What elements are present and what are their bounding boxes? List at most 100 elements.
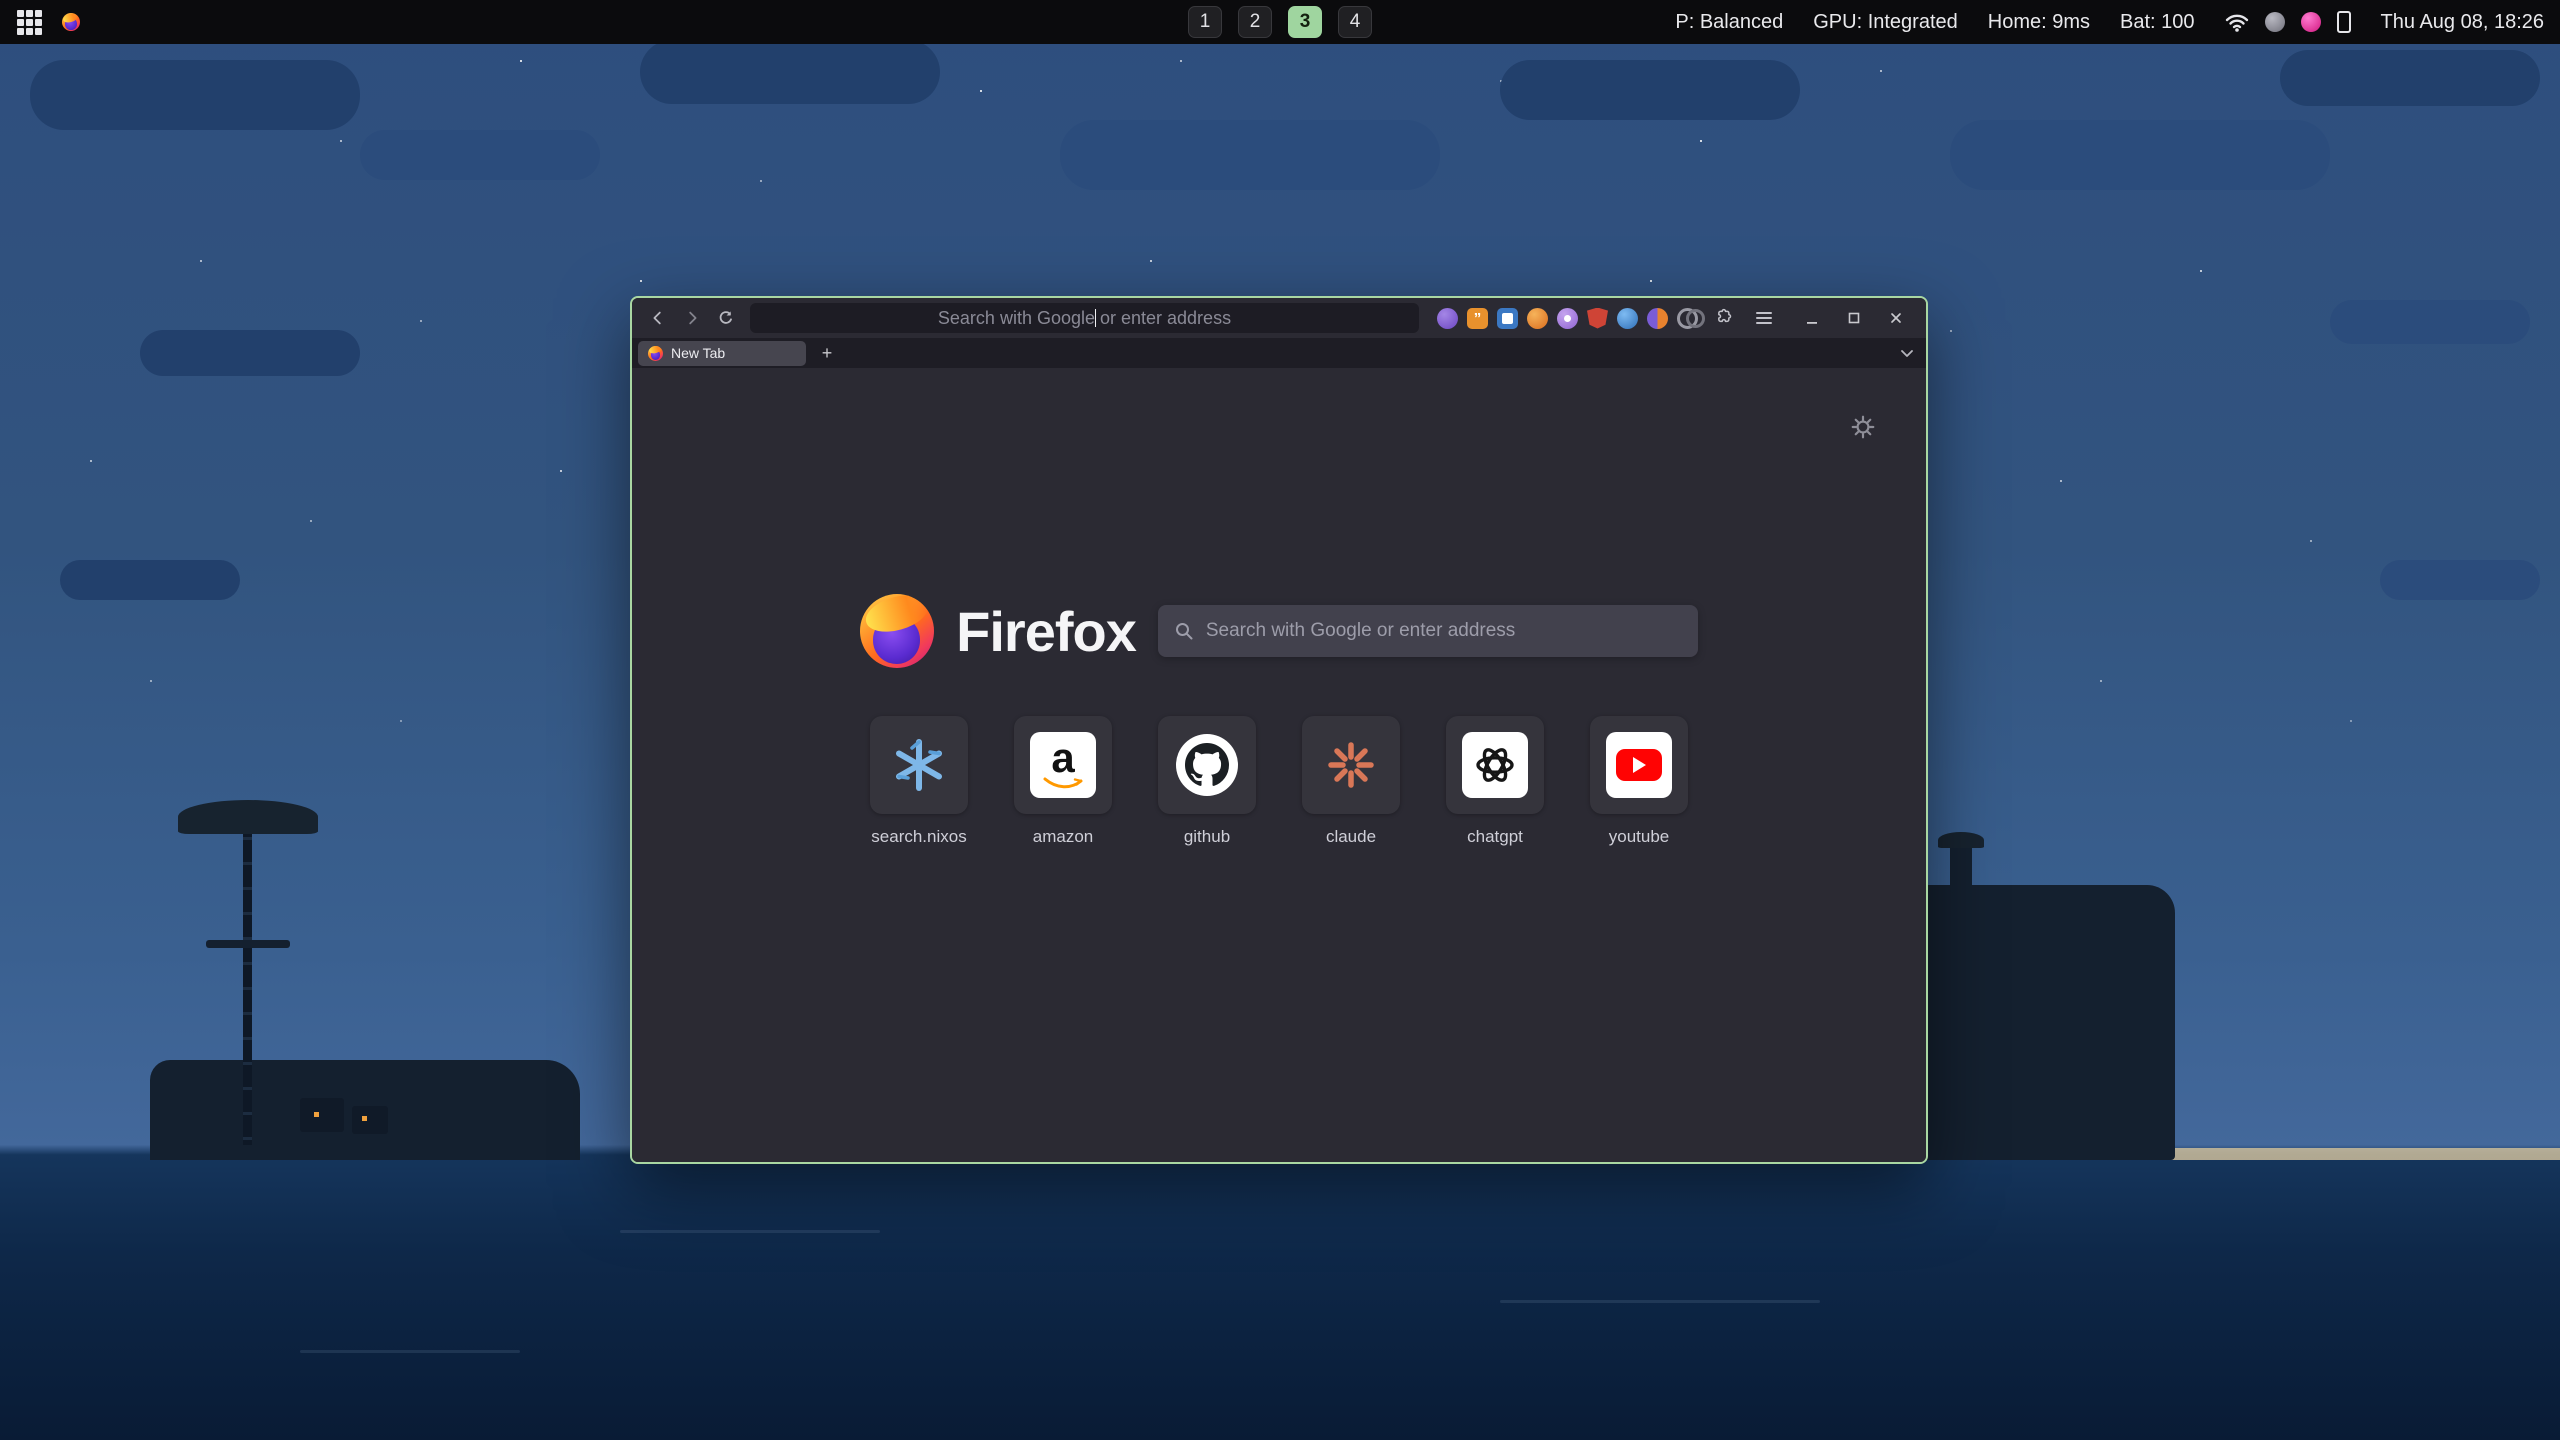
hamburger-icon	[1755, 311, 1773, 325]
tab-favicon-firefox	[648, 346, 663, 361]
reload-button[interactable]	[710, 303, 742, 333]
personalize-button[interactable]	[1850, 414, 1876, 445]
sea-glint	[1500, 1300, 1820, 1303]
new-tab-button[interactable]: +	[814, 341, 840, 366]
extension-icon-3[interactable]	[1497, 308, 1518, 329]
back-icon	[649, 309, 667, 327]
island-rock	[1910, 885, 2175, 1160]
close-icon	[1889, 311, 1903, 325]
extension-icon-5[interactable]	[1557, 308, 1578, 329]
shortcut-tile	[1302, 716, 1400, 814]
cloud	[1500, 60, 1800, 120]
puzzle-icon	[1713, 308, 1733, 328]
tower-platform	[206, 940, 290, 948]
workspace-3-active[interactable]: 3	[1288, 6, 1322, 38]
gpu-status: GPU: Integrated	[1813, 11, 1958, 34]
amazon-icon: a	[1030, 732, 1096, 798]
forward-button[interactable]	[676, 303, 708, 333]
close-button[interactable]	[1880, 303, 1912, 333]
extension-icon-6[interactable]	[1587, 308, 1608, 329]
hut	[300, 1098, 344, 1132]
reload-icon	[717, 309, 735, 327]
power-profile-status: P: Balanced	[1675, 11, 1783, 34]
sea-glint	[620, 1230, 880, 1233]
shortcut-amazon[interactable]: a amazon	[991, 716, 1135, 847]
shortcut-search-nixos[interactable]: search.nixos	[847, 716, 991, 847]
workspace-2[interactable]: 2	[1238, 6, 1272, 38]
firefox-window: Search with Google or enter address	[630, 296, 1928, 1164]
cloud	[60, 560, 240, 600]
browser-toolbar: Search with Google or enter address	[632, 298, 1926, 338]
list-all-tabs-button[interactable]	[1894, 341, 1920, 366]
cloud	[30, 60, 360, 130]
workspace-switcher: 1 2 3 4	[1188, 6, 1372, 38]
cloud	[1060, 120, 1440, 190]
search-icon	[1174, 621, 1194, 641]
clock: Thu Aug 08, 18:26	[2381, 11, 2544, 34]
topbar-left	[0, 7, 80, 37]
github-octocat-icon	[1185, 743, 1229, 787]
unified-extensions-button[interactable]	[1707, 303, 1739, 333]
youtube-play-badge	[1616, 749, 1662, 781]
cloud	[2280, 50, 2540, 106]
amazon-smile-icon	[1042, 777, 1084, 791]
youtube-icon	[1606, 732, 1672, 798]
workspace-1[interactable]: 1	[1188, 6, 1222, 38]
shortcut-tile	[1446, 716, 1544, 814]
maximize-button[interactable]	[1838, 303, 1870, 333]
extension-icon-7[interactable]	[1617, 308, 1638, 329]
island-tower-roof	[1938, 832, 1984, 848]
forward-icon	[683, 309, 701, 327]
claude-starburst-icon	[1325, 739, 1377, 791]
newtab-page: Firefox	[632, 368, 1926, 1162]
tower-pole	[243, 815, 252, 1145]
firefox-logo	[860, 594, 934, 668]
minimize-button[interactable]	[1796, 303, 1828, 333]
maximize-icon	[1847, 311, 1861, 325]
newtab-search[interactable]	[1158, 605, 1698, 657]
extension-icon-2[interactable]	[1467, 308, 1488, 329]
chevron-down-icon	[1900, 348, 1914, 358]
battery-status: Bat: 100	[2120, 11, 2195, 34]
device-icon[interactable]	[2337, 11, 2351, 33]
shortcut-label: search.nixos	[871, 827, 966, 847]
tab-new-tab[interactable]: New Tab	[638, 341, 806, 366]
workspace-4[interactable]: 4	[1338, 6, 1372, 38]
magenta-orb-icon[interactable]	[2301, 12, 2321, 32]
extension-icon-8[interactable]	[1647, 308, 1668, 329]
shortcut-github[interactable]: github	[1135, 716, 1279, 847]
shortcut-chatgpt[interactable]: chatgpt	[1423, 716, 1567, 847]
firefox-wordmark: Firefox	[956, 599, 1136, 664]
urlbar-input[interactable]: Search with Google or enter address	[750, 303, 1419, 333]
cloud	[360, 130, 600, 180]
tab-bar: New Tab +	[632, 338, 1926, 368]
amazon-a-glyph: a	[1051, 739, 1074, 777]
extension-icon-1[interactable]	[1437, 308, 1458, 329]
shortcut-label: claude	[1326, 827, 1376, 847]
cloud	[2380, 560, 2540, 600]
apps-grid-icon[interactable]	[14, 7, 44, 37]
shortcut-tile	[1158, 716, 1256, 814]
island-tower	[1950, 845, 1972, 893]
shortcut-youtube[interactable]: youtube	[1567, 716, 1711, 847]
app-menu-button[interactable]	[1748, 303, 1780, 333]
openai-knot-icon	[1472, 742, 1518, 788]
urlbar-placeholder: Search with Google or enter address	[938, 308, 1231, 329]
shortcut-tile: a	[1014, 716, 1112, 814]
extension-icon-9[interactable]	[1677, 308, 1698, 329]
lit-window	[362, 1116, 367, 1121]
gear-icon	[1850, 414, 1876, 440]
shortcut-claude[interactable]: claude	[1279, 716, 1423, 847]
window-controls	[1788, 303, 1916, 333]
status-orb-icon[interactable]	[2265, 12, 2285, 32]
wifi-icon[interactable]	[2225, 12, 2249, 32]
home-latency-status: Home: 9ms	[1988, 11, 2090, 34]
shortcut-label: github	[1184, 827, 1230, 847]
newtab-hero: Firefox	[632, 594, 1926, 668]
firefox-launcher-icon[interactable]	[62, 13, 80, 31]
newtab-search-input[interactable]	[1206, 620, 1682, 642]
shortcut-tile	[1590, 716, 1688, 814]
cloud	[140, 330, 360, 376]
back-button[interactable]	[642, 303, 674, 333]
extension-icon-4[interactable]	[1527, 308, 1548, 329]
